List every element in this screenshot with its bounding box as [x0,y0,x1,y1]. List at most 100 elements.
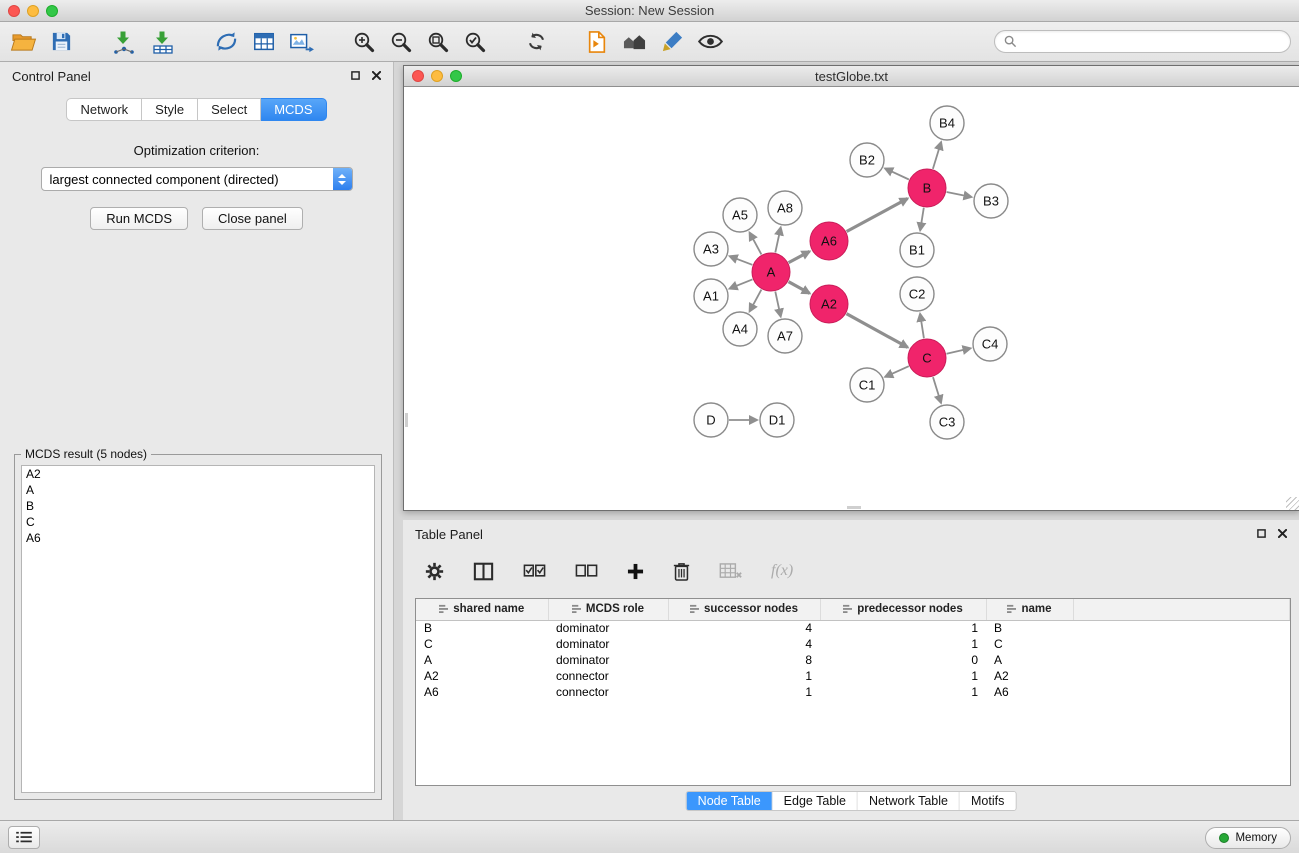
add-row-button[interactable] [625,561,646,582]
network-window-titlebar[interactable]: testGlobe.txt [404,66,1299,87]
graph-edge-C-C1[interactable] [885,366,909,377]
graph-edge-A-A6[interactable] [789,251,810,262]
node-table-container[interactable]: shared nameMCDS rolesuccessor nodesprede… [415,598,1291,786]
graph-edge-A6-B[interactable] [847,199,908,232]
graph-edge-C-C2[interactable] [920,314,924,338]
column-header-predecessor-nodes[interactable]: predecessor nodes [820,599,986,620]
graph-edge-A2-C[interactable] [847,314,908,348]
tab-network[interactable]: Network [66,98,142,121]
search-box[interactable] [994,30,1291,53]
graph-node-B1[interactable]: B1 [900,233,934,267]
table-row[interactable]: A6connector11A6 [416,684,1290,700]
graph-node-A2[interactable]: A2 [810,285,848,323]
mcds-result-item[interactable]: A [22,482,374,498]
mcds-result-item[interactable]: B [22,498,374,514]
import-table-button[interactable] [148,27,178,57]
graph-edge-B-B3[interactable] [947,192,972,197]
network-canvas[interactable]: B4B2BB3A8A5A6B1A3AC2A1A2A4A7C4CC1C3DD1 [404,88,1299,510]
graph-node-C2[interactable]: C2 [900,277,934,311]
zoom-fit-button[interactable] [424,28,452,56]
apply-layout-button[interactable] [523,28,550,55]
graph-edge-A-A8[interactable] [775,228,780,253]
mcds-result-item[interactable]: C [22,514,374,530]
column-header-MCDS-role[interactable]: MCDS role [548,599,668,620]
tab-select[interactable]: Select [198,98,261,121]
table-row[interactable]: Adominator80A [416,652,1290,668]
new-table-button[interactable] [250,28,278,56]
table-settings-button[interactable] [423,560,446,583]
float-panel-icon[interactable] [1257,525,1266,543]
graph-node-A4[interactable]: A4 [723,312,757,346]
graph-edge-A-A1[interactable] [730,279,753,288]
window-resize-handle[interactable] [1286,497,1299,510]
graph-node-C4[interactable]: C4 [973,327,1007,361]
graph-edge-A-A4[interactable] [750,290,762,312]
network-zoom-button[interactable] [450,70,462,82]
show-graphics-button[interactable] [695,31,726,52]
select-all-columns-button[interactable] [521,562,548,580]
panel-list-button[interactable] [8,826,40,849]
graph-edge-B-B1[interactable] [920,208,924,231]
graph-node-A7[interactable]: A7 [768,319,802,353]
delete-table-button[interactable] [717,560,744,582]
graph-edge-A-A5[interactable] [750,233,762,255]
graph-node-B2[interactable]: B2 [850,143,884,177]
graph-node-B4[interactable]: B4 [930,106,964,140]
table-row[interactable]: Bdominator41B [416,620,1290,636]
zoom-in-button[interactable] [350,28,378,56]
close-panel-icon[interactable] [372,67,381,85]
graph-edge-A-A7[interactable] [775,292,780,317]
style-brush-button[interactable] [659,28,686,55]
graph-edge-B-B2[interactable] [885,169,909,180]
close-panel-button[interactable]: Close panel [202,207,303,230]
graph-edge-B-B4[interactable] [933,142,941,169]
graph-edge-A-A3[interactable] [730,256,753,265]
save-session-button[interactable] [48,28,75,55]
unselect-all-columns-button[interactable] [573,562,600,580]
import-network-button[interactable] [109,27,139,57]
graph-node-A[interactable]: A [752,253,790,291]
table-row[interactable]: A2connector11A2 [416,668,1290,684]
graph-node-A1[interactable]: A1 [694,279,728,313]
network-close-button[interactable] [412,70,424,82]
delete-rows-button[interactable] [671,559,692,584]
graph-node-A8[interactable]: A8 [768,191,802,225]
run-mcds-button[interactable]: Run MCDS [90,207,188,230]
float-panel-icon[interactable] [351,67,360,85]
apply-function-button[interactable]: f(x) [769,560,795,582]
column-header-name[interactable]: name [986,599,1073,620]
open-file-button[interactable] [8,28,39,55]
tab-edge-table[interactable]: Edge Table [773,792,858,810]
graph-edge-C-C3[interactable] [933,377,941,403]
tab-mcds[interactable]: MCDS [261,98,326,121]
column-header-shared-name[interactable]: shared name [416,599,548,620]
graph-node-C[interactable]: C [908,339,946,377]
search-input[interactable] [1022,35,1281,49]
graph-edge-A-A2[interactable] [789,282,810,294]
zoom-selected-button[interactable] [461,28,489,56]
close-window-button[interactable] [8,5,20,17]
tab-node-table[interactable]: Node Table [687,792,773,810]
graph-node-D1[interactable]: D1 [760,403,794,437]
graph-edge-C-C4[interactable] [947,348,971,353]
tab-style[interactable]: Style [142,98,198,121]
zoom-window-button[interactable] [46,5,58,17]
graph-node-B3[interactable]: B3 [974,184,1008,218]
memory-button[interactable]: Memory [1205,827,1291,849]
graph-node-A6[interactable]: A6 [810,222,848,260]
export-image-button[interactable] [287,28,316,56]
graph-node-C1[interactable]: C1 [850,368,884,402]
new-network-button[interactable] [212,27,241,56]
network-minimize-button[interactable] [431,70,443,82]
criterion-dropdown[interactable]: largest connected component (directed) [41,167,353,191]
home-button[interactable] [619,28,650,55]
graph-node-A5[interactable]: A5 [723,198,757,232]
graph-node-D[interactable]: D [694,403,728,437]
mcds-result-item[interactable]: A6 [22,530,374,546]
show-columns-button[interactable] [471,560,496,583]
column-header-successor-nodes[interactable]: successor nodes [668,599,820,620]
minimize-window-button[interactable] [27,5,39,17]
tab-network-table[interactable]: Network Table [858,792,960,810]
mcds-result-item[interactable]: A2 [22,466,374,482]
graph-node-B[interactable]: B [908,169,946,207]
